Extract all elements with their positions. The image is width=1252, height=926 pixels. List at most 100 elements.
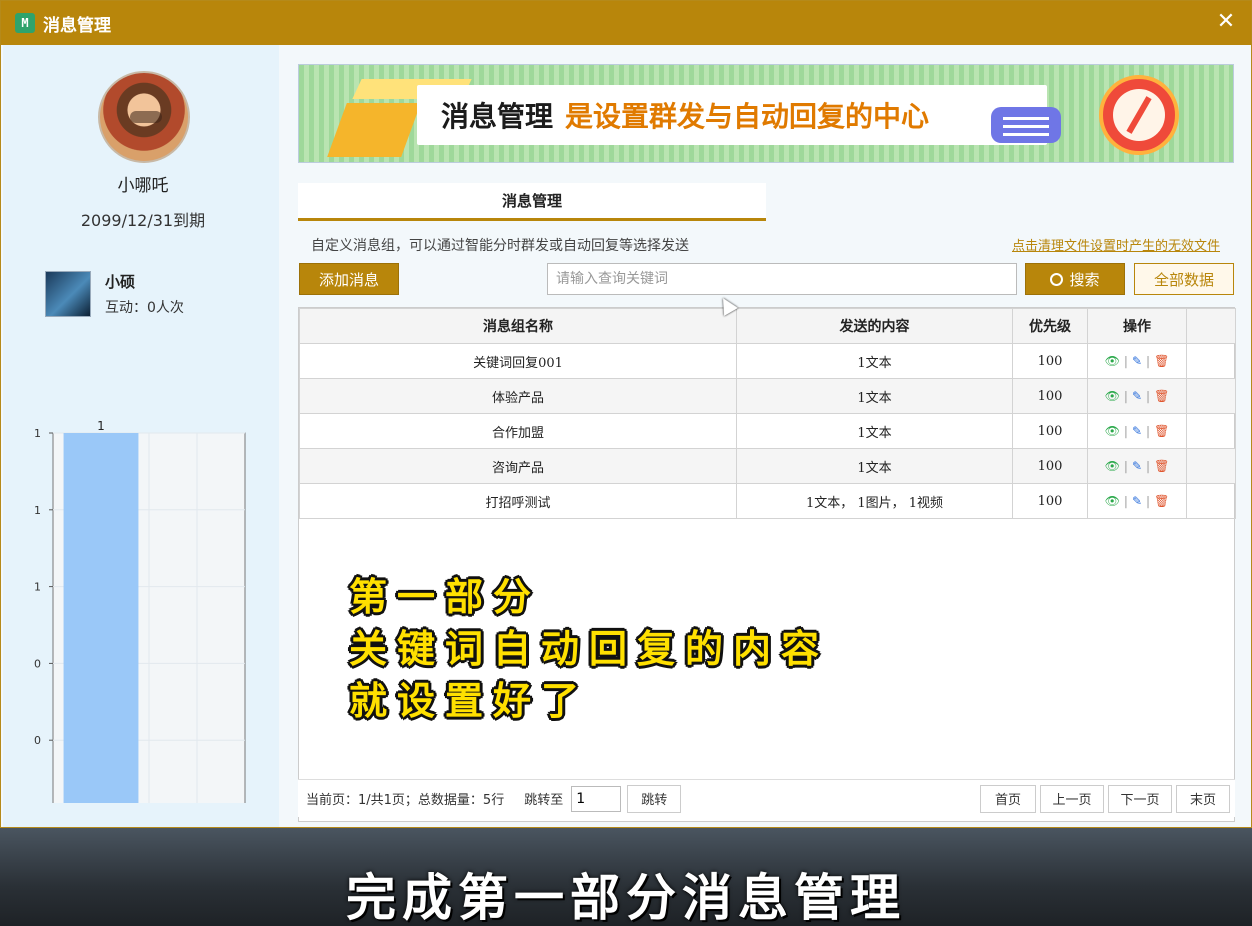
row-content: 1文本， 1图片， 1视频 [736,483,1013,519]
delete-icon[interactable]: 🗑 [1154,494,1169,508]
edit-icon[interactable]: ✎ [1132,424,1142,438]
action-separator: | [1146,423,1151,438]
row-actions: 👁 | ✎ | 🗑 [1087,413,1187,449]
row-priority: 100 [1012,343,1088,379]
view-icon[interactable]: 👁 [1105,459,1120,473]
video-overlay-text: 第一部分 关键词自动回复的内容 就设置好了 [349,571,829,727]
chart-y-tick-label: 0 [34,734,41,747]
expiry-date: 2099/12/31到期 [80,211,206,230]
row-actions: 👁 | ✎ | 🗑 [1087,448,1187,484]
search-input[interactable] [547,263,1017,295]
close-icon[interactable]: ✕ [1213,9,1239,35]
last-page-button[interactable]: 末页 [1176,784,1230,813]
action-separator: | [1123,458,1128,473]
row-content: 1文本 [736,378,1013,414]
delete-icon[interactable]: 🗑 [1154,389,1169,403]
title-bar[interactable]: M 消息管理 ✕ [1,1,1251,45]
row-blank [1186,483,1236,519]
view-icon[interactable]: 👁 [1105,354,1120,368]
add-message-button[interactable]: 添加消息 [299,263,399,295]
header-blank [1186,308,1236,344]
sidebar: 小哪吒 2099/12/31到期 小硕 互动：0人次 1110001文本消息0文… [3,45,279,836]
message-table-area: 消息组名称 发送的内容 优先级 操作 关键词回复001 1文本 100 👁 | ✎ | 🗑 体验… [298,307,1236,822]
row-content: 1文本 [736,448,1013,484]
overlay-line-3: 就设置好了 [349,679,590,723]
header-content[interactable]: 发送的内容 [736,308,1013,344]
edit-icon[interactable]: ✎ [1132,494,1142,508]
action-separator: | [1146,493,1151,508]
header-actions: 操作 [1087,308,1187,344]
jump-button[interactable]: 跳转 [627,784,682,813]
banner-title: 消息管理 [441,100,554,133]
view-icon[interactable]: 👁 [1105,494,1120,508]
row-content: 1文本 [736,343,1013,379]
row-blank [1186,378,1236,414]
banner-decoration-block [327,103,421,157]
chart-data-label: 1 [97,419,105,433]
message-management-window: M 消息管理 ✕ 小哪吒 2099/12/31到期 小硕 互动：0人次 1 1 10… [0,0,1252,836]
tab-message-management[interactable]: 消息管理 [298,183,766,221]
chart-y-tick-label: 1 [34,581,41,594]
table-row[interactable]: 咨询产品 1文本 100 👁 | ✎ | 🗑 [299,448,1236,484]
account-interaction: 互动：0人次 [105,300,184,316]
action-separator: | [1123,493,1128,508]
first-page-button[interactable]: 首页 [980,784,1036,813]
window-title: 消息管理 [43,15,111,36]
header-group-name[interactable]: 消息组名称 [299,308,737,344]
chat-bubble-icon [991,107,1061,143]
prev-page-button[interactable]: 上一页 [1040,784,1104,813]
delete-icon[interactable]: 🗑 [1154,354,1169,368]
action-separator: | [1146,388,1151,403]
row-group-name: 体验产品 [299,378,737,414]
action-separator: | [1123,353,1128,368]
edit-icon[interactable]: ✎ [1132,354,1142,368]
user-name: 小哪吒 [117,176,169,196]
pager-jump-label: 跳转至 [524,793,564,808]
overlay-line-1: 第一部分 [349,575,542,619]
header-priority[interactable]: 优先级 [1012,308,1088,344]
edit-icon[interactable]: ✎ [1132,389,1142,403]
row-priority: 100 [1012,483,1088,519]
table-row[interactable]: 体验产品 1文本 100 👁 | ✎ | 🗑 [299,378,1236,414]
table-row[interactable]: 合作加盟 1文本 100 👁 | ✎ | 🗑 [299,413,1236,449]
action-separator: | [1146,458,1151,473]
clean-invalid-files-link[interactable]: 点击清理文件设置时产生的无效文件 [1012,235,1220,254]
search-icon [1050,272,1064,286]
all-data-button[interactable]: 全部数据 [1134,263,1234,295]
row-priority: 100 [1012,448,1088,484]
row-group-name: 关键词回复001 [299,343,737,379]
account-avatar[interactable] [45,271,91,317]
page-description: 自定义消息组，可以通过智能分时群发或自动回复等选择发送 [311,238,689,254]
banner-subtitle: 是设置群发与自动回复的中心 [565,100,930,133]
page-jump-input[interactable] [571,785,622,812]
row-priority: 100 [1012,413,1088,449]
action-separator: | [1123,388,1128,403]
view-icon[interactable]: 👁 [1105,389,1120,403]
row-group-name: 咨询产品 [299,448,737,484]
edit-icon[interactable]: ✎ [1132,459,1142,473]
delete-icon[interactable]: 🗑 [1154,424,1169,438]
row-actions: 👁 | ✎ | 🗑 [1087,378,1187,414]
table-body: 关键词回复001 1文本 100 👁 | ✎ | 🗑 体验产品 1文本 100 👁 | ✎ | 🗑 合作加盟 1文… [299,343,1236,519]
search-button[interactable]: 搜索 [1025,263,1125,295]
action-separator: | [1146,353,1151,368]
row-blank [1186,413,1236,449]
delete-icon[interactable]: 🗑 [1154,459,1169,473]
row-content: 1文本 [736,413,1013,449]
table-row[interactable]: 关键词回复001 1文本 100 👁 | ✎ | 🗑 [299,343,1236,379]
action-separator: | [1123,423,1128,438]
next-page-button[interactable]: 下一页 [1108,784,1172,813]
chart-y-tick-label: 0 [34,657,41,670]
table-row[interactable]: 打招呼测试 1文本， 1图片， 1视频 100 👁 | ✎ | 🗑 [299,483,1236,519]
message-table: 消息组名称 发送的内容 优先级 操作 关键词回复001 1文本 100 👁 | ✎ | 🗑 体验… [299,308,1236,519]
banner-panel: 消息管理 是设置群发与自动回复的中心 [417,85,1047,145]
row-priority: 100 [1012,378,1088,414]
view-icon[interactable]: 👁 [1105,424,1120,438]
video-caption: 完成第一部分消息管理 [346,869,906,926]
table-header-row: 消息组名称 发送的内容 优先级 操作 [299,308,1236,344]
alarm-clock-icon [1099,75,1179,155]
message-type-chart: 1110001文本消息0文件消息 [33,373,263,836]
chart-svg: 1110001文本消息0文件消息 [34,419,246,836]
chart-bar-0 [63,433,139,817]
account-name: 小硕 [105,273,136,291]
